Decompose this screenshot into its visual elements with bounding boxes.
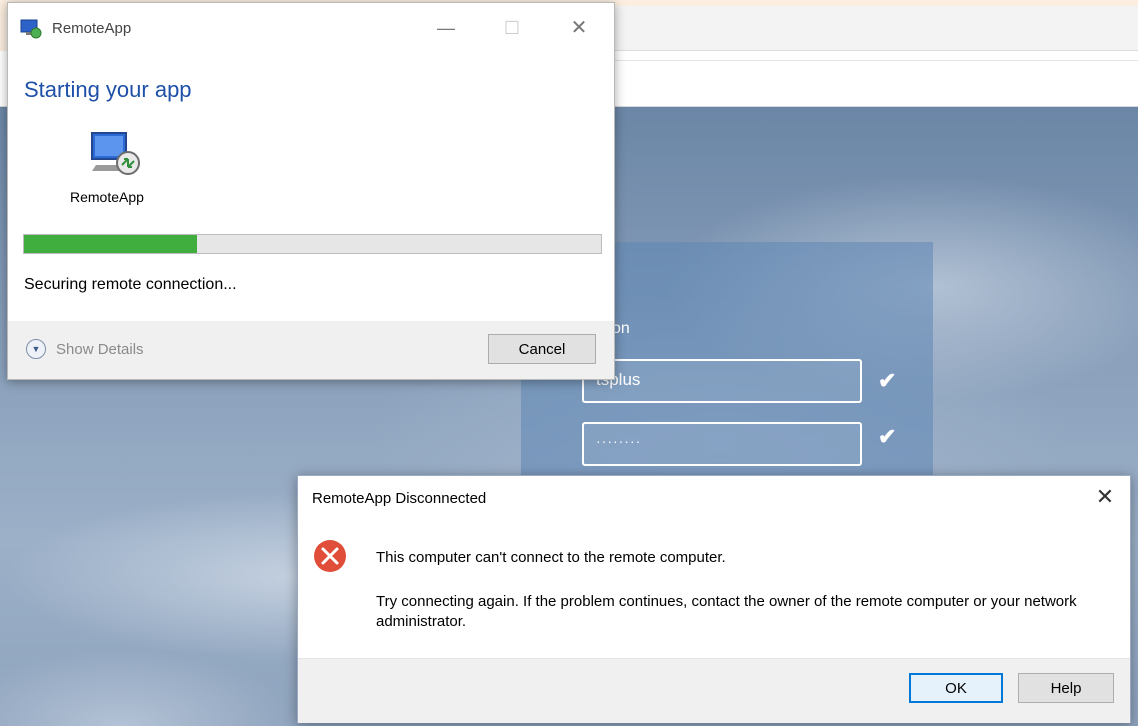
- dialog-title: RemoteApp: [52, 20, 132, 37]
- remoteapp-disconnected-dialog: RemoteApp Disconnected ✕ This computer c…: [297, 475, 1131, 723]
- dialog-titlebar[interactable]: RemoteApp — ☐ ✕: [8, 3, 614, 53]
- maximize-button[interactable]: ☐: [492, 13, 532, 43]
- password-field[interactable]: ········: [582, 422, 862, 466]
- username-check-icon: ✔: [878, 368, 897, 393]
- app-label: RemoteApp: [70, 189, 144, 205]
- error-message: This computer can't connect to the remot…: [376, 549, 726, 566]
- dialog-footer: ▼ Show Details Cancel: [8, 321, 614, 379]
- error-icon: [314, 540, 346, 572]
- disconnected-footer: OK Help: [298, 658, 1130, 723]
- help-button[interactable]: Help: [1018, 673, 1114, 703]
- show-details-label: Show Details: [56, 340, 144, 358]
- progress-fill: [24, 235, 198, 253]
- remoteapp-starting-dialog: RemoteApp — ☐ ✕ Starting your app Remote…: [7, 2, 615, 380]
- cancel-button[interactable]: Cancel: [488, 334, 596, 364]
- password-check-icon: ✔: [878, 424, 897, 449]
- remoteapp-large-icon: [91, 132, 140, 175]
- browser-tab-strip: [610, 6, 1138, 51]
- progress-bar: [23, 234, 602, 254]
- browser-address-bar[interactable]: [612, 60, 1138, 99]
- starting-heading: Starting your app: [24, 77, 192, 102]
- remoteapp-icon: [20, 19, 42, 39]
- username-field[interactable]: tsplus: [582, 359, 862, 403]
- close-button[interactable]: ✕: [1090, 484, 1120, 510]
- error-detail: Try connecting again. If the problem con…: [376, 593, 1077, 630]
- ok-button[interactable]: OK: [909, 673, 1003, 703]
- minimize-button[interactable]: —: [426, 13, 466, 43]
- chevron-down-icon: ▼: [26, 339, 46, 359]
- disconnected-title: RemoteApp Disconnected: [312, 490, 487, 507]
- close-button[interactable]: ✕: [559, 13, 599, 43]
- status-text: Securing remote connection...: [24, 276, 237, 293]
- show-details-button[interactable]: ▼ Show Details: [26, 339, 144, 359]
